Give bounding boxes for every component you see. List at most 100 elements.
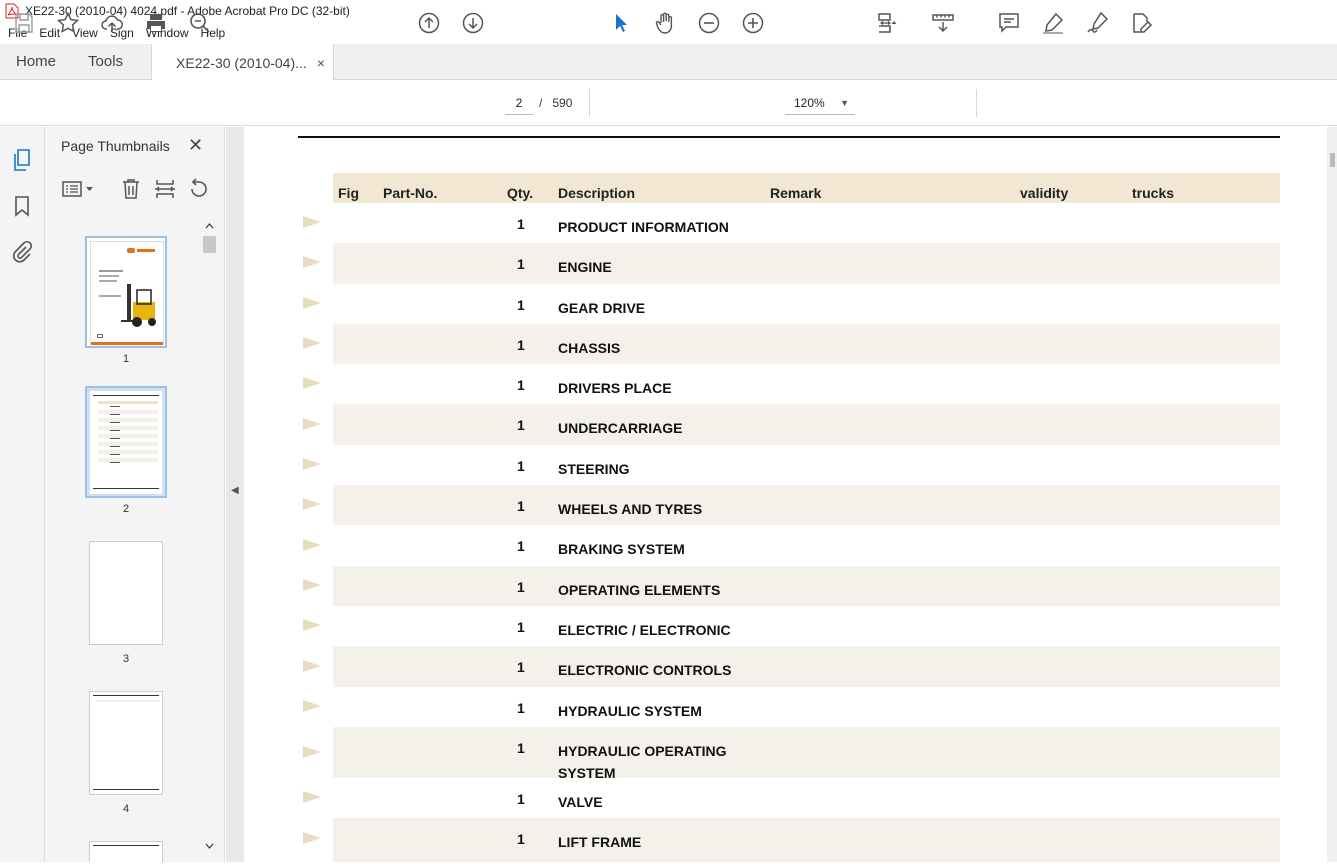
page-count: / 590	[539, 91, 572, 115]
link-arrow-icon[interactable]	[302, 578, 322, 592]
link-arrow-icon[interactable]	[302, 790, 322, 804]
toolbar	[0, 80, 1337, 126]
page-thumbnail[interactable]	[85, 236, 167, 348]
link-arrow-icon[interactable]	[302, 497, 322, 511]
row-shading	[98, 406, 158, 466]
zoom-out-icon[interactable]	[697, 11, 721, 35]
tab-bar: Home Tools XE22-30 (2010-04)... ×	[0, 44, 1337, 81]
link-arrow-icon[interactable]	[302, 659, 322, 673]
row-description: BRAKING SYSTEM	[558, 541, 685, 557]
scroll-mode-icon[interactable]	[931, 11, 955, 35]
edit-pdf-icon[interactable]	[1129, 11, 1153, 35]
scrollbar-thumb[interactable]	[1330, 153, 1335, 167]
upload-cloud-icon[interactable]	[100, 11, 124, 35]
close-icon[interactable]: ✕	[188, 135, 203, 156]
row-qty: 1	[517, 700, 525, 716]
page-thumbnail[interactable]	[89, 541, 163, 645]
col-fig: Fig	[338, 185, 359, 201]
star-icon[interactable]	[56, 11, 80, 35]
rotate-icon[interactable]	[187, 177, 211, 201]
thumbnail-number: 1	[122, 353, 130, 365]
pages-icon[interactable]	[10, 148, 34, 172]
previous-page-icon[interactable]	[417, 11, 441, 35]
save-icon[interactable]	[12, 11, 36, 35]
collapse-panel-handle[interactable]: ◀	[226, 127, 244, 862]
thumbnail-options-icon[interactable]	[61, 177, 95, 201]
col-validity: validity	[1020, 185, 1069, 201]
link-arrow-icon[interactable]	[302, 745, 322, 759]
table-row: 1 PRODUCT INFORMATION	[333, 203, 1280, 243]
link-arrow-icon[interactable]	[302, 618, 322, 632]
row-description: PRODUCT INFORMATION	[558, 219, 729, 235]
table-row: 1 VALVE	[333, 778, 1280, 818]
row-qty: 1	[517, 377, 525, 393]
table-row: 1 ENGINE	[333, 243, 1280, 284]
row-description: WHEELS AND TYRES	[558, 501, 703, 517]
row-qty: 1	[517, 831, 525, 847]
forklift-illustration	[121, 284, 156, 327]
page-number-input[interactable]: 2	[505, 91, 533, 115]
table-row: 1 HYDRAULIC SYSTEM	[333, 687, 1280, 727]
ce-mark	[97, 334, 103, 338]
zoom-in-icon[interactable]	[741, 11, 765, 35]
page-thumbnail-selected[interactable]	[85, 386, 167, 498]
brand-logo	[127, 248, 135, 253]
document-view[interactable]: Fig Part-No. Qty. Description Remark val…	[244, 127, 1337, 862]
fit-page-icon[interactable]	[875, 11, 899, 35]
link-arrow-icon[interactable]	[302, 457, 322, 471]
comment-icon[interactable]	[997, 11, 1021, 35]
link-arrow-icon[interactable]	[302, 417, 322, 431]
link-arrow-icon[interactable]	[302, 831, 322, 845]
row-qty: 1	[517, 579, 525, 595]
footer-band	[91, 342, 163, 345]
table-row: 1 OPERATING ELEMENTS	[333, 566, 1280, 606]
tab-document[interactable]: XE22-30 (2010-04)... ×	[151, 44, 334, 81]
tab-tools[interactable]: Tools	[72, 44, 139, 79]
row-qty: 1	[517, 740, 525, 756]
hand-tool-icon[interactable]	[653, 11, 677, 35]
col-remark: Remark	[770, 185, 822, 201]
attachment-icon[interactable]	[10, 240, 34, 264]
table-row: 1 ELECTRIC / ELECTRONIC	[333, 606, 1280, 646]
row-qty: 1	[517, 791, 525, 807]
text-line	[99, 270, 123, 272]
thumbnail-number: 3	[122, 653, 130, 665]
panel-scrollbar[interactable]	[203, 219, 216, 859]
link-arrow-icon[interactable]	[302, 376, 322, 390]
sign-pen-icon[interactable]	[1085, 11, 1109, 35]
link-arrow-icon[interactable]	[302, 336, 322, 350]
page-thumbnail[interactable]	[89, 691, 163, 795]
bookmark-icon[interactable]	[10, 194, 34, 218]
toolbar-divider	[589, 89, 590, 117]
page-header-rule	[298, 136, 1280, 138]
row-description: CHASSIS	[558, 340, 621, 356]
next-page-icon[interactable]	[461, 11, 485, 35]
rule-line	[93, 395, 159, 396]
row-qty: 1	[517, 256, 525, 272]
table-row: 1 UNDERCARRIAGE	[333, 404, 1280, 445]
total-pages: 590	[552, 96, 573, 110]
print-icon[interactable]	[144, 11, 168, 35]
delete-icon[interactable]	[119, 177, 143, 201]
highlight-icon[interactable]	[1041, 11, 1065, 35]
link-arrow-icon[interactable]	[302, 296, 322, 310]
row-qty: 1	[517, 619, 525, 635]
row-description: ELECTRIC / ELECTRONIC	[558, 622, 731, 638]
col-part-no: Part-No.	[383, 185, 438, 201]
zoom-search-icon[interactable]	[188, 11, 212, 35]
col-qty: Qty.	[507, 185, 534, 201]
document-scrollbar[interactable]	[1327, 127, 1337, 862]
tab-home[interactable]: Home	[0, 44, 72, 79]
select-cursor-icon[interactable]	[609, 11, 633, 35]
zoom-select[interactable]: 120% ▼	[785, 91, 855, 115]
row-description: UNDERCARRIAGE	[558, 420, 683, 436]
link-arrow-icon[interactable]	[302, 215, 322, 229]
link-arrow-icon[interactable]	[302, 699, 322, 713]
link-arrow-icon[interactable]	[302, 538, 322, 552]
table-row: 1 STEERING	[333, 445, 1280, 485]
panel-title: Page Thumbnails	[61, 138, 170, 154]
extract-pages-icon[interactable]	[153, 177, 177, 201]
page-thumbnail[interactable]	[89, 841, 163, 862]
link-arrow-icon[interactable]	[302, 255, 322, 269]
tab-close-icon[interactable]: ×	[317, 55, 325, 71]
